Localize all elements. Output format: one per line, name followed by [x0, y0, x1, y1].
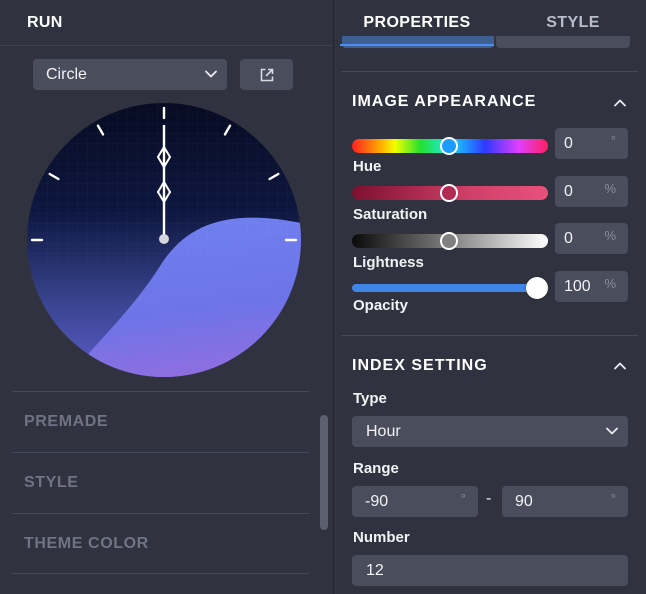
opacity-input[interactable]: 100 %	[555, 271, 628, 302]
saturation-slider-knob[interactable]	[440, 184, 458, 202]
saturation-input[interactable]: 0 %	[555, 176, 628, 207]
chevron-down-icon	[606, 427, 618, 435]
active-tab-indicator	[340, 44, 494, 46]
type-select[interactable]: Hour	[352, 416, 628, 447]
number-input[interactable]: 12	[352, 555, 628, 586]
saturation-unit: %	[604, 181, 616, 196]
lightness-unit: %	[604, 228, 616, 243]
range-max-value: 90	[515, 492, 533, 510]
hue-value: 0	[564, 134, 573, 152]
hue-input[interactable]: 0 °	[555, 128, 628, 159]
accordion-theme-color[interactable]: THEME COLOR	[12, 513, 309, 574]
right-panel: PROPERTIES STYLE IMAGE APPEARANCE 0 ° Hu…	[334, 0, 646, 594]
divider	[341, 71, 638, 72]
lightness-input[interactable]: 0 %	[555, 223, 628, 254]
range-min-input[interactable]: -90 °	[352, 486, 478, 517]
open-external-button[interactable]	[240, 59, 293, 90]
opacity-slider-knob[interactable]	[526, 277, 548, 299]
range-label: Range	[353, 460, 399, 477]
tab-style[interactable]: STYLE	[500, 0, 646, 46]
range-max-unit: °	[610, 491, 616, 506]
tab-bar: PROPERTIES STYLE	[334, 0, 646, 46]
chevron-up-icon[interactable]	[612, 358, 628, 374]
range-separator: -	[486, 490, 492, 507]
chevron-up-icon[interactable]	[612, 95, 628, 111]
saturation-value: 0	[564, 182, 573, 200]
lightness-slider-knob[interactable]	[440, 232, 458, 250]
clock-dial-preview	[27, 103, 301, 377]
opacity-unit: %	[604, 276, 616, 291]
number-value: 12	[366, 561, 384, 579]
type-select-value: Hour	[366, 422, 401, 440]
accordion-theme-color-label: THEME COLOR	[24, 534, 149, 552]
opacity-slider[interactable]	[352, 277, 548, 299]
divider	[341, 335, 638, 336]
accordion-premade-label: PREMADE	[24, 413, 109, 430]
hue-slider-knob[interactable]	[440, 137, 458, 155]
lightness-label: Lightness	[353, 254, 424, 271]
range-min-unit: °	[460, 491, 466, 506]
accordion-style[interactable]: STYLE	[12, 452, 309, 513]
hue-label: Hue	[353, 158, 382, 175]
hue-unit: °	[610, 133, 616, 148]
type-label: Type	[353, 390, 387, 407]
range-min-value: -90	[365, 492, 389, 510]
tab-properties[interactable]: PROPERTIES	[334, 0, 500, 46]
run-title: RUN	[27, 13, 63, 31]
opacity-value: 100	[564, 277, 591, 295]
accordion-premade[interactable]: PREMADE	[12, 391, 309, 452]
image-appearance-title: IMAGE APPEARANCE	[352, 93, 537, 110]
opacity-label: Opacity	[353, 297, 409, 314]
lightness-slider[interactable]	[352, 232, 548, 250]
range-max-input[interactable]: 90 °	[502, 486, 628, 517]
left-scrollbar[interactable]	[320, 415, 328, 530]
index-setting-title: INDEX SETTING	[352, 357, 488, 374]
left-panel: RUN Circle PREMADE STYLE THEME COLOR	[0, 0, 333, 594]
hue-slider[interactable]	[352, 137, 548, 155]
left-header: RUN	[0, 0, 333, 46]
saturation-slider[interactable]	[352, 184, 548, 202]
shape-select-value: Circle	[46, 65, 87, 83]
accordion-style-label: STYLE	[24, 474, 79, 491]
shape-select[interactable]: Circle	[33, 59, 227, 90]
external-link-icon	[260, 68, 273, 81]
lightness-value: 0	[564, 229, 573, 247]
number-label: Number	[353, 529, 410, 546]
chevron-down-icon	[205, 70, 217, 78]
saturation-label: Saturation	[353, 206, 428, 223]
